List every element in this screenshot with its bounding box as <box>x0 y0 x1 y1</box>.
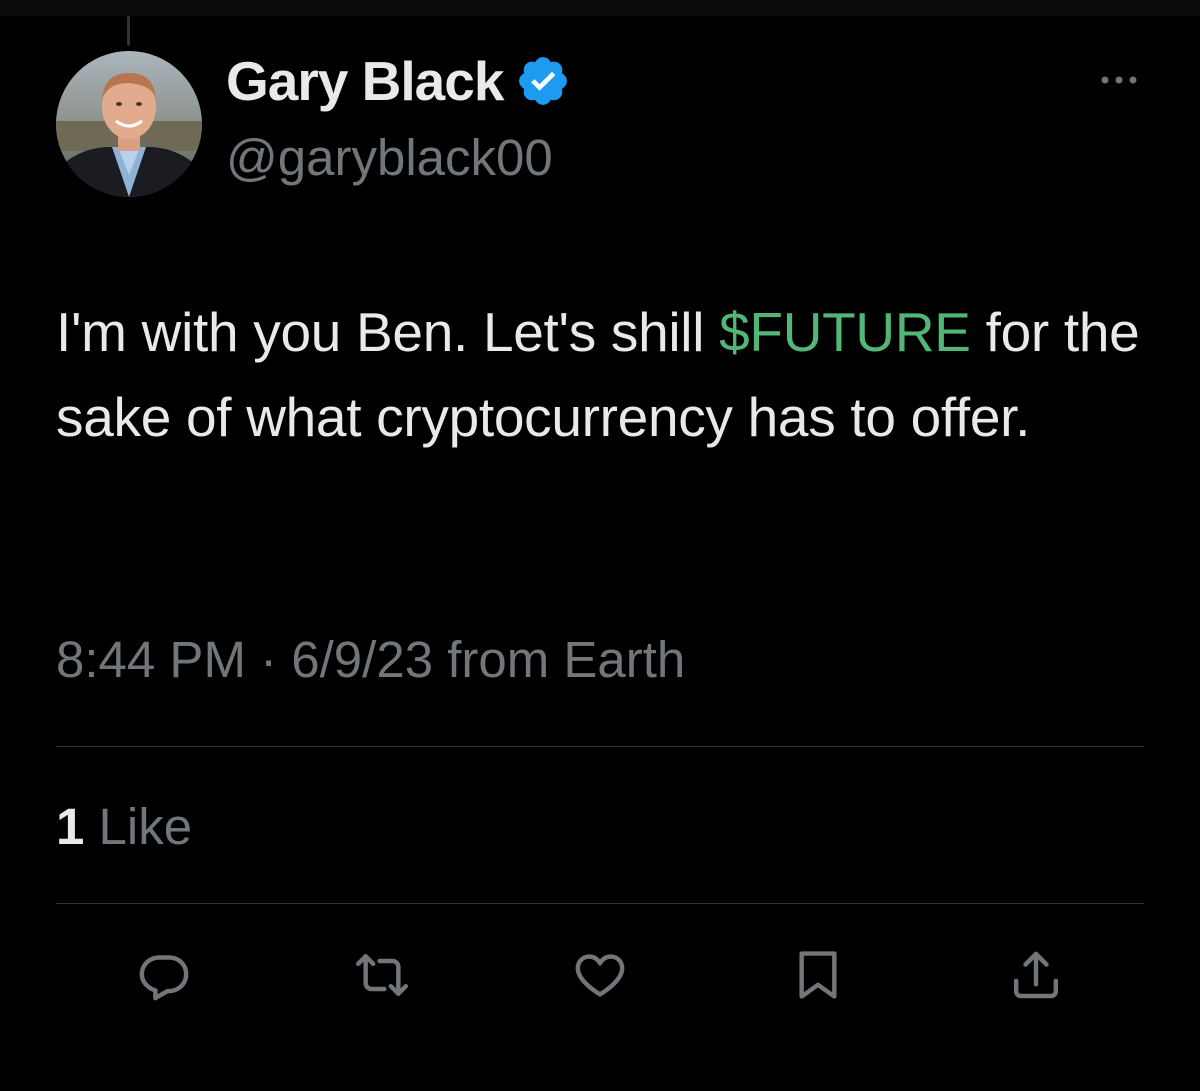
reply-button[interactable] <box>132 940 196 1010</box>
likes-summary[interactable]: 1 Like <box>56 797 192 856</box>
tweet-date[interactable]: 6/9/23 <box>291 631 433 688</box>
tweet-source: from Earth <box>447 631 686 688</box>
cashtag-link[interactable]: $FUTURE <box>719 301 971 363</box>
more-options-button[interactable] <box>1094 60 1144 100</box>
retweet-button[interactable] <box>350 940 414 1010</box>
avatar[interactable] <box>56 51 202 197</box>
likes-count[interactable]: 1 <box>56 798 84 855</box>
divider-top <box>56 746 1144 747</box>
action-bar <box>56 940 1144 1010</box>
retweet-icon <box>355 954 409 996</box>
reply-icon <box>139 955 189 1001</box>
thread-connector-line <box>127 16 130 46</box>
like-button[interactable] <box>568 940 632 1010</box>
tweet-text: I'm with you Ben. Let's shill $FUTURE fo… <box>56 290 1156 460</box>
verified-badge-icon[interactable] <box>515 53 571 109</box>
bookmark-icon <box>799 951 837 999</box>
meta-separator: · <box>260 631 278 688</box>
author-display-name[interactable]: Gary Black <box>226 49 504 113</box>
more-dots-icon <box>1101 76 1137 84</box>
top-strip <box>0 0 1200 16</box>
avatar-photo <box>56 51 202 197</box>
heart-icon <box>575 954 625 997</box>
tweet-time[interactable]: 8:44 PM <box>56 631 246 688</box>
likes-label[interactable]: Like <box>99 798 193 855</box>
bookmark-button[interactable] <box>786 940 850 1010</box>
share-button[interactable] <box>1004 940 1068 1010</box>
divider-bottom <box>56 903 1144 904</box>
share-icon <box>1013 951 1059 999</box>
tweet-text-before: I'm with you Ben. Let's shill <box>56 301 720 363</box>
tweet-meta: 8:44 PM · 6/9/23 from Earth <box>56 630 685 689</box>
author-handle[interactable]: @garyblack00 <box>226 128 553 187</box>
author-name-row[interactable]: Gary Black <box>226 50 571 112</box>
